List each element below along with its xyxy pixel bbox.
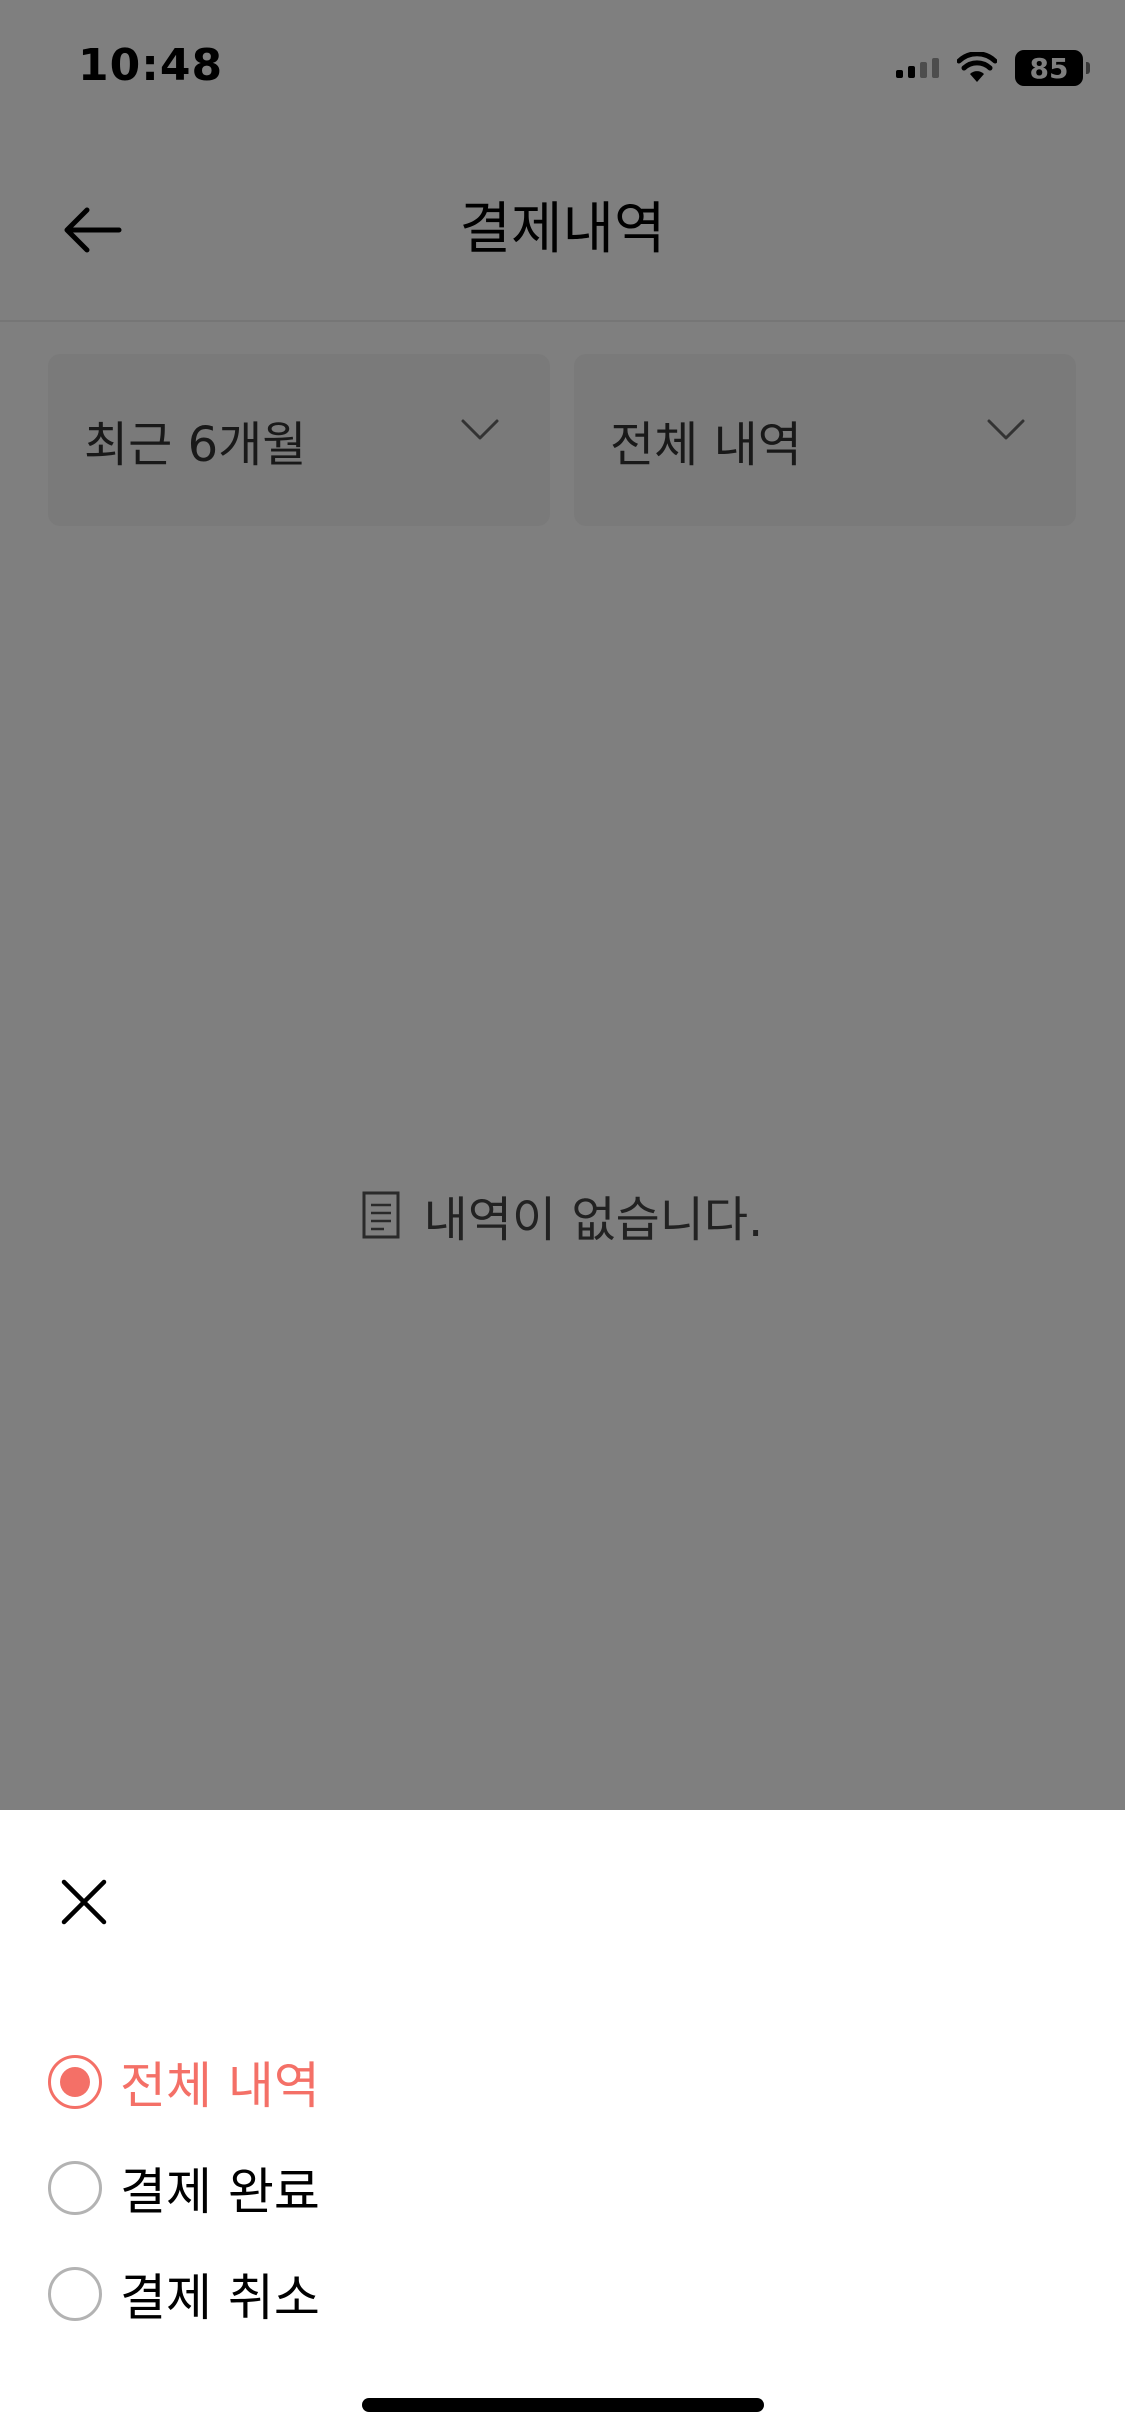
- modal-backdrop[interactable]: [0, 0, 1125, 1810]
- home-indicator: [362, 2398, 764, 2412]
- option-all-history[interactable]: 전체 내역: [48, 2042, 320, 2122]
- option-payment-completed[interactable]: 결제 완료: [48, 2148, 320, 2228]
- radio-unselected[interactable]: [48, 2267, 102, 2321]
- close-button[interactable]: [44, 1862, 124, 1942]
- option-label: 결제 완료: [120, 2163, 320, 2221]
- option-label: 전체 내역: [120, 2057, 320, 2115]
- filter-bottom-sheet: 전체 내역 결제 완료 결제 취소: [0, 1810, 1125, 2436]
- option-payment-cancelled[interactable]: 결제 취소: [48, 2254, 320, 2334]
- payment-history-screen: 10:48 85 결제내역 최: [0, 0, 1125, 2436]
- radio-unselected[interactable]: [48, 2161, 102, 2215]
- close-icon: [61, 1879, 107, 1925]
- radio-selected[interactable]: [48, 2055, 102, 2109]
- option-label: 결제 취소: [120, 2269, 320, 2327]
